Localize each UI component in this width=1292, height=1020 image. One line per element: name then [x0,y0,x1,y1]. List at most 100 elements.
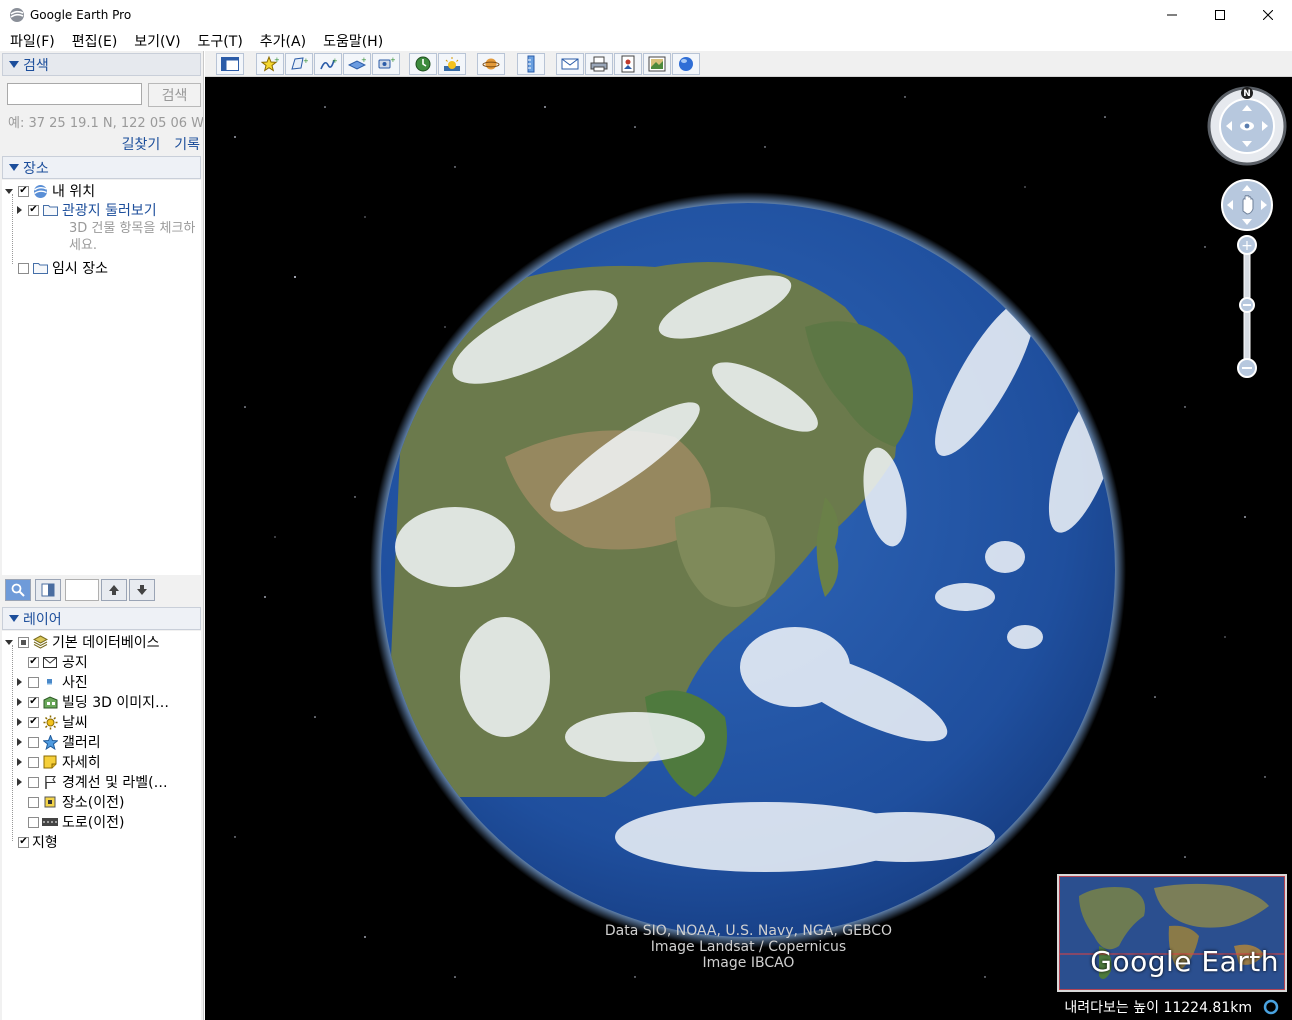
add-placemark-button[interactable]: + [256,53,284,75]
move-control[interactable] [1221,179,1273,231]
expand-toggle[interactable] [14,677,24,687]
directions-link[interactable]: 길찾기 [122,137,161,153]
streaming-status-icon [1263,999,1279,1015]
expand-toggle[interactable] [4,637,14,647]
expand-toggle[interactable] [14,697,24,707]
historical-imagery-button[interactable] [409,53,437,75]
move-up-button[interactable] [101,579,127,601]
tree-item-label[interactable]: 관광지 둘러보기 [62,200,157,220]
checkbox[interactable] [28,776,39,788]
google-maps-button[interactable] [672,53,700,75]
map-image-button[interactable] [643,53,671,75]
maximize-icon [1215,10,1225,20]
switch-planet-button[interactable] [477,53,505,75]
checkbox[interactable]: ✔ [18,185,29,197]
layer-item-terrain[interactable]: ✔ 지형 [14,832,58,852]
search-links: 길찾기 기록 [0,134,200,154]
expand-toggle[interactable] [14,777,24,787]
expand-toggle[interactable] [14,717,24,727]
tree-item-sightseeing[interactable]: ✔ 관광지 둘러보기 [14,200,157,220]
sidebar-toggle-button[interactable] [216,53,244,75]
expand-toggle[interactable] [4,186,14,196]
add-polygon-button[interactable]: + [285,53,313,75]
menu-view[interactable]: 보기(V) [124,31,187,51]
save-image-button[interactable] [614,53,642,75]
search-button[interactable]: 검색 [148,83,201,107]
eye-altitude: 내려다보는 높이 11224.81km [1064,1000,1252,1016]
title-bar: Google Earth Pro [0,0,1292,30]
add-path-button[interactable]: + [314,53,342,75]
navigation-controls: N + [1207,86,1287,378]
close-button[interactable] [1244,0,1292,30]
menu-edit[interactable]: 편집(E) [62,31,125,51]
expand-toggle[interactable] [14,737,24,747]
checkbox[interactable]: ✔ [28,204,39,216]
sun-icon [42,715,58,729]
checkbox[interactable] [28,816,39,828]
move-down-button[interactable] [129,579,155,601]
history-link[interactable]: 기록 [174,137,200,153]
maximize-button[interactable] [1196,0,1244,30]
layer-item-gallery[interactable]: 갤러리 [14,732,101,752]
layer-item-places-legacy[interactable]: 장소(이전) [14,792,124,812]
checkbox[interactable]: ✔ [18,836,29,848]
checkbox[interactable] [28,796,39,808]
email-button[interactable] [556,53,584,75]
layer-item-weather[interactable]: ✔ 날씨 [14,712,88,732]
layer-item-borders[interactable]: 경계선 및 라벨(… [14,772,168,792]
sunlight-button[interactable] [438,53,466,75]
checkbox[interactable]: ✔ [28,716,39,728]
layers-panel-header[interactable]: 레이어 [2,607,201,630]
checkbox[interactable]: ✔ [28,696,39,708]
menu-tools[interactable]: 도구(T) [188,31,250,51]
overlay-icon: + [348,56,366,70]
layer-item-roads-legacy[interactable]: 도로(이전) [14,812,124,832]
checkbox[interactable]: ✔ [28,656,39,668]
search-hint: 예: 37 25 19.1 N, 122 05 06 W [8,116,203,131]
sidebar-toggle-icon [221,57,239,71]
sidebar: 검색 검색 예: 37 25 19.1 N, 122 05 06 W 길찾기 기록… [0,51,204,1020]
tree-item-my-places[interactable]: ✔ 내 위치 [4,181,95,201]
expand-toggle[interactable] [14,205,24,215]
places-filter-input[interactable] [65,579,99,601]
checkbox[interactable] [28,756,39,768]
toggle-panel-button[interactable] [35,579,61,601]
menu-add[interactable]: 추가(A) [250,31,313,51]
minimize-button[interactable] [1148,0,1196,30]
svg-text:+: + [390,56,395,64]
layer-item-3d-buildings[interactable]: ✔ 빌딩 3D 이미지… [14,692,169,712]
layer-item-notices[interactable]: ✔ 공지 [14,652,88,672]
layer-primary-database[interactable]: 기본 데이터베이스 [4,632,160,652]
print-button[interactable] [585,53,613,75]
zoom-slider[interactable]: + [1237,235,1257,378]
checkbox[interactable] [18,262,29,274]
svg-text:+: + [303,57,308,65]
arrow-up-icon [109,585,119,595]
search-input[interactable] [7,83,142,105]
checkbox[interactable] [18,636,29,648]
checkbox[interactable] [28,676,39,688]
search-panel-header[interactable]: 검색 [2,53,201,76]
menu-file[interactable]: 파일(F) [0,31,62,51]
checkbox[interactable] [28,736,39,748]
add-image-overlay-button[interactable]: + [343,53,371,75]
svg-text:+: + [1241,238,1253,254]
places-toolbar [2,576,201,604]
tree-item-temporary[interactable]: 임시 장소 [14,258,108,278]
ruler-button[interactable] [517,53,545,75]
places-tree: ✔ 내 위치 ✔ 관광지 둘러보기 3D 건물 항목을 체크하세요. 임시 장소 [2,180,201,575]
record-tour-button[interactable]: + [372,53,400,75]
layer-label: 기본 데이터베이스 [52,635,160,651]
layer-label: 지형 [32,835,58,851]
overview-map[interactable]: Google Earth [1057,874,1287,992]
layer-item-details[interactable]: 자세히 [14,752,101,772]
earth-3d-view[interactable]: N + Data SIO, NOAA, U.S. Navy, NGA, GEBC… [205,77,1292,1020]
layer-item-photos[interactable]: 사진 [14,672,88,692]
search-places-button[interactable] [5,579,31,601]
collapse-triangle-icon [9,615,19,622]
globe-icon [32,184,48,198]
layer-label: 도로(이전) [62,815,125,831]
expand-toggle[interactable] [14,757,24,767]
places-panel-header[interactable]: 장소 [2,156,201,179]
menu-help[interactable]: 도움말(H) [313,31,390,51]
